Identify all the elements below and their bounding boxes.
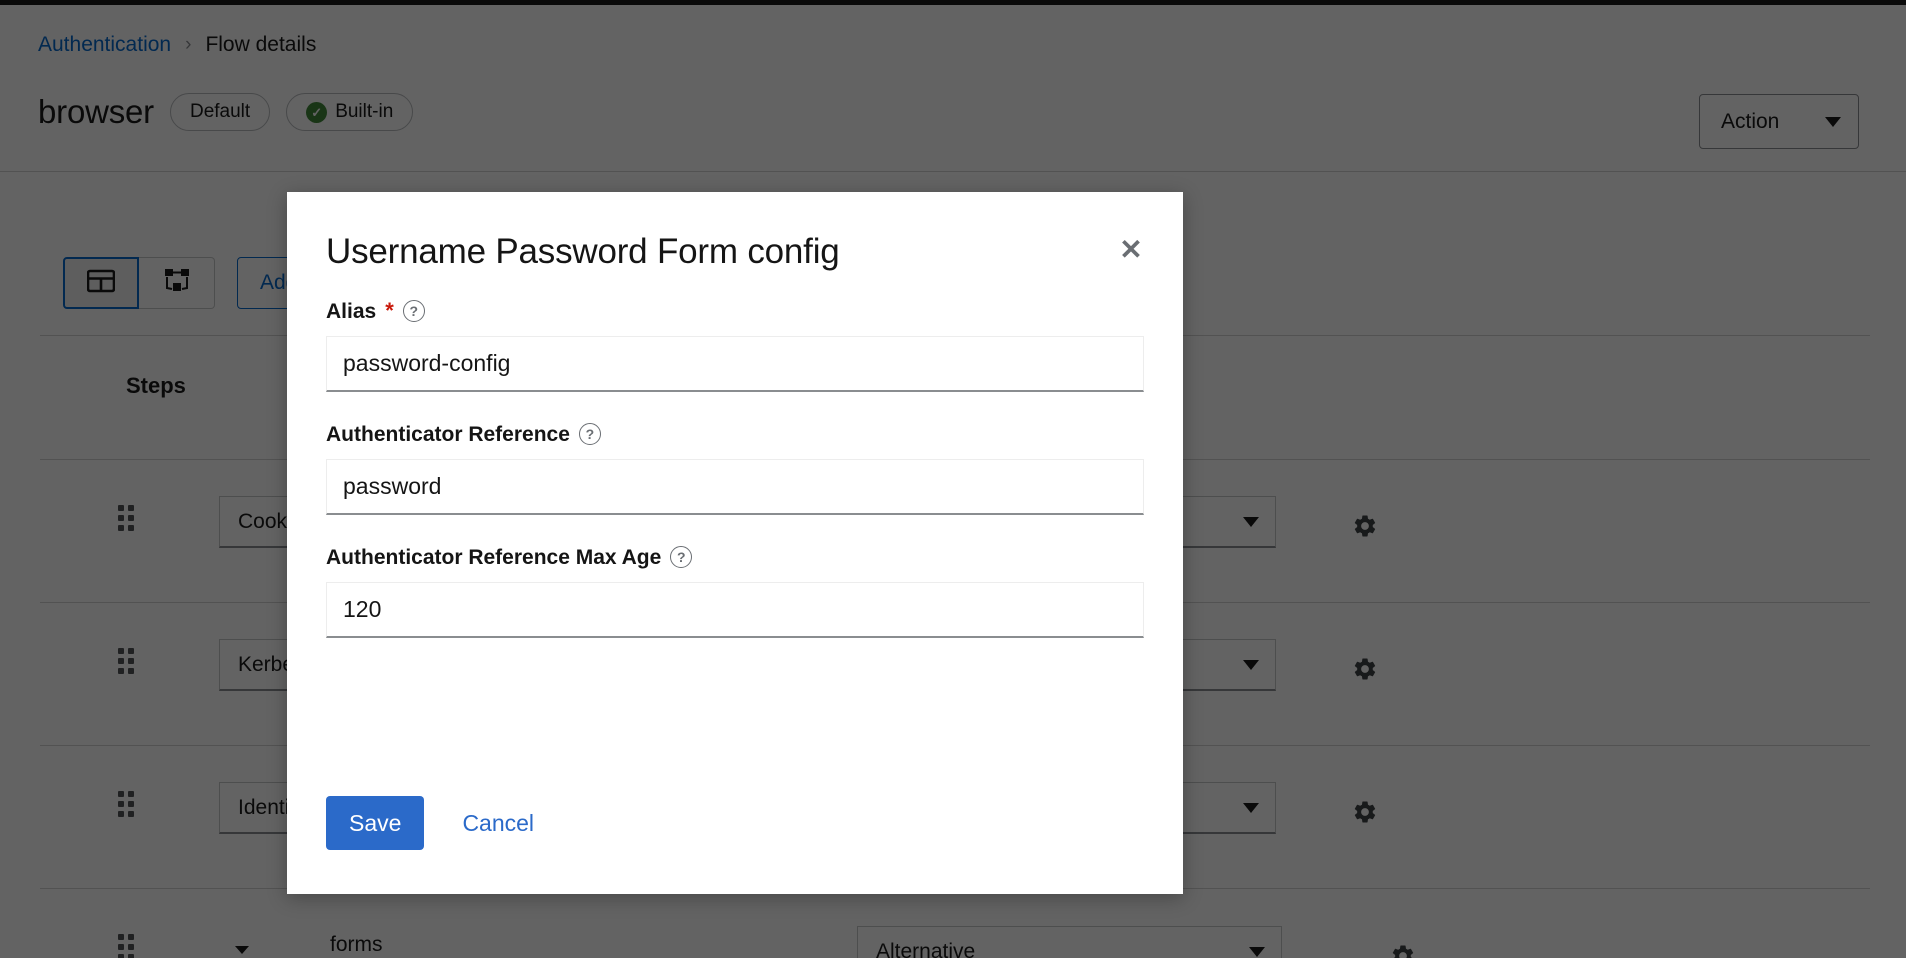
- alias-label-row: Alias * ?: [326, 300, 1144, 322]
- config-modal: Username Password Form config ✕ Alias * …: [287, 192, 1183, 894]
- page-root: Authentication › Flow details browser De…: [0, 0, 1906, 958]
- modal-title: Username Password Form config: [326, 232, 840, 272]
- close-icon[interactable]: ✕: [1109, 228, 1153, 272]
- authenticator-reference-max-age-input[interactable]: [326, 582, 1144, 638]
- authenticator-reference-max-age-label: Authenticator Reference Max Age: [326, 547, 661, 568]
- authenticator-reference-max-age-label-row: Authenticator Reference Max Age ?: [326, 546, 1144, 568]
- modal-footer: Save Cancel: [326, 796, 552, 850]
- authenticator-reference-input[interactable]: [326, 459, 1144, 515]
- help-circle-icon[interactable]: ?: [670, 546, 692, 568]
- form-field-authenticator-reference-max-age: Authenticator Reference Max Age ?: [326, 546, 1144, 638]
- alias-input[interactable]: [326, 336, 1144, 392]
- help-circle-icon[interactable]: ?: [579, 423, 601, 445]
- modal-form: Alias * ? Authenticator Reference ? Auth…: [326, 300, 1144, 669]
- cancel-button[interactable]: Cancel: [444, 796, 552, 850]
- form-field-authenticator-reference: Authenticator Reference ?: [326, 423, 1144, 515]
- authenticator-reference-label: Authenticator Reference: [326, 424, 570, 445]
- form-field-alias: Alias * ?: [326, 300, 1144, 392]
- authenticator-reference-label-row: Authenticator Reference ?: [326, 423, 1144, 445]
- help-circle-icon[interactable]: ?: [403, 300, 425, 322]
- alias-label: Alias: [326, 301, 376, 322]
- required-asterisk: *: [385, 300, 394, 322]
- save-button[interactable]: Save: [326, 796, 424, 850]
